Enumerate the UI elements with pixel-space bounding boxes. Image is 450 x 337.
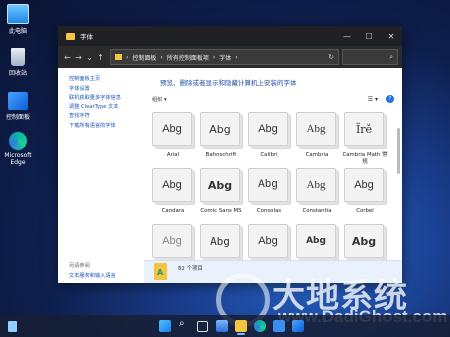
font-preview: Abg <box>248 168 288 202</box>
edge-icon[interactable] <box>254 320 266 332</box>
scrollbar[interactable] <box>397 114 400 282</box>
desktop-icon-label: 回收站 <box>8 70 27 77</box>
sidebar-home-link[interactable]: 控制面板主页 <box>69 76 155 83</box>
sidebar-link-download-fonts[interactable]: 下载所有语言的字体 <box>69 123 155 130</box>
font-preview: Abg <box>296 224 336 258</box>
desktop-icon-label: Microsoft Edge <box>4 152 32 166</box>
breadcrumb-separator: › <box>126 53 129 61</box>
desktop-icon-recycle-bin[interactable]: 回收站 <box>4 48 32 77</box>
font-preview: Abg <box>200 168 240 202</box>
folder-icon <box>66 32 75 40</box>
font-name: Cambria <box>305 152 329 158</box>
search-input[interactable]: ⌕ <box>342 49 398 65</box>
desktop-icon-control-panel[interactable]: 控制面板 <box>4 92 32 121</box>
font-preview: Abg <box>344 224 384 258</box>
desktop-icon-label: 此电脑 <box>8 28 27 35</box>
item-count: 82 个项目 <box>178 266 203 272</box>
control-panel-icon <box>8 92 28 110</box>
font-name: Candara <box>161 208 185 214</box>
main-content: 预览、删除或者显示和隐藏计算机上安装的字体 组织 ▾ ☰ ▾ ? Abg Ari… <box>144 68 402 283</box>
sidebar-link-font-settings[interactable]: 字体设置 <box>69 86 155 93</box>
address-field[interactable]: › 控制面板 › 所有控制面板项 › 字体 › ↻ <box>110 49 339 65</box>
scrollbar-thumb[interactable] <box>397 128 400 174</box>
minimize-button[interactable]: — <box>336 26 358 46</box>
recycle-bin-icon <box>11 48 25 66</box>
font-name: Comic Sans MS <box>200 208 242 214</box>
title-bar[interactable]: 字体 — ☐ ✕ <box>58 26 402 46</box>
font-preview: Abg <box>296 168 336 202</box>
desktop-icon-this-pc[interactable]: 此电脑 <box>4 4 32 35</box>
breadcrumb-all-items[interactable]: 所有控制面板项 <box>167 53 209 62</box>
font-preview: Ïrě <box>344 112 384 146</box>
font-name: Cambria Math 常规 <box>342 152 388 165</box>
font-preview: Abg <box>200 112 240 146</box>
search-icon[interactable]: ⌕ <box>179 318 185 330</box>
sidebar-link-online-fonts[interactable]: 联机获取更多字体信息 <box>69 95 155 102</box>
recent-chevron-icon[interactable]: ⌄ <box>84 53 95 62</box>
organize-button[interactable]: 组织 ▾ <box>152 96 167 103</box>
font-name: Arial <box>166 152 180 158</box>
font-preview: Abg <box>152 112 192 146</box>
breadcrumb-fonts[interactable]: 字体 <box>219 53 231 62</box>
forward-arrow-icon[interactable]: → <box>73 53 84 62</box>
control-panel-icon[interactable] <box>292 320 304 332</box>
see-also-heading: 另请参阅 <box>69 263 90 269</box>
breadcrumb-control-panel[interactable]: 控制面板 <box>132 53 156 62</box>
maximize-button[interactable]: ☐ <box>358 26 380 46</box>
breadcrumb-separator: › <box>235 53 238 61</box>
sidebar-link-find-character[interactable]: 查找字符 <box>69 113 155 120</box>
store-icon[interactable] <box>273 320 285 332</box>
toolbar: 组织 ▾ ☰ ▾ ? <box>152 95 396 106</box>
font-name: Calibri <box>260 152 278 158</box>
task-view-icon[interactable] <box>197 321 208 332</box>
up-arrow-icon[interactable]: ↑ <box>95 53 106 62</box>
font-preview: Abg <box>248 112 288 146</box>
edge-icon <box>9 132 27 150</box>
folder-icon <box>115 54 122 60</box>
breadcrumb-separator: › <box>160 53 163 61</box>
help-icon[interactable]: ? <box>386 95 394 103</box>
refresh-icon[interactable]: ↻ <box>328 53 334 61</box>
close-button[interactable]: ✕ <box>380 26 402 46</box>
view-options-icon[interactable]: ☰ ▾ <box>368 96 378 103</box>
page-title: 预览、删除或者显示和隐藏计算机上安装的字体 <box>160 79 297 87</box>
sidebar-link-text-services[interactable]: 文本服务和输入语言 <box>69 272 116 279</box>
font-preview: Abg <box>296 112 336 146</box>
computer-icon <box>7 4 29 24</box>
start-button[interactable] <box>159 320 171 332</box>
back-arrow-icon[interactable]: ← <box>62 53 73 62</box>
taskbar: ⌕ <box>0 315 450 337</box>
font-preview: Abg <box>248 224 288 258</box>
font-preview: Abg <box>344 168 384 202</box>
widgets-icon[interactable] <box>8 321 17 332</box>
font-name: Bahnschrift <box>205 152 237 158</box>
desktop-icon-edge[interactable]: Microsoft Edge <box>4 132 32 166</box>
font-name: Consolas <box>256 208 282 214</box>
widgets-button-icon[interactable] <box>216 320 228 332</box>
sidebar-link-cleartype[interactable]: 调整 ClearType 文本 <box>69 104 155 111</box>
font-name: Corbel <box>356 208 374 214</box>
breadcrumb-separator: › <box>212 53 216 61</box>
search-icon: ⌕ <box>389 52 393 61</box>
font-name: Constantia <box>302 208 332 214</box>
fonts-folder-icon <box>154 263 167 280</box>
sidebar: 控制面板主页 字体设置 联机获取更多字体信息 调整 ClearType 文本 查… <box>58 68 155 283</box>
file-explorer-icon[interactable] <box>235 320 247 335</box>
desktop-icon-label: 控制面板 <box>5 114 30 121</box>
fonts-window: 字体 — ☐ ✕ ← → ⌄ ↑ › 控制面板 › 所有控制面板项 › 字体 ›… <box>58 26 402 283</box>
window-title: 字体 <box>80 33 93 41</box>
font-preview: Abg <box>152 168 192 202</box>
font-preview: Abg <box>200 224 240 258</box>
font-preview: Abg <box>152 224 192 258</box>
address-bar-row: ← → ⌄ ↑ › 控制面板 › 所有控制面板项 › 字体 › ↻ ⌕ <box>58 46 402 68</box>
